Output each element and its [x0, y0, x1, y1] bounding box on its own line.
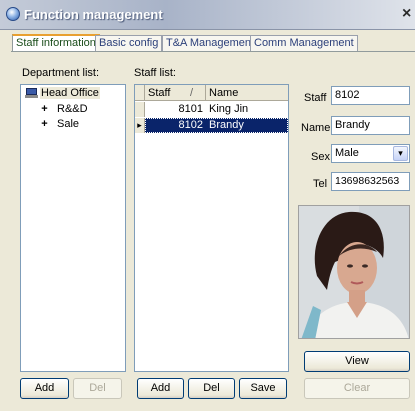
app-icon [6, 7, 20, 21]
close-icon[interactable]: × [402, 5, 411, 23]
cell-staff: 8101 [178, 103, 203, 115]
view-button[interactable]: View [304, 351, 410, 372]
window-title: Function management [24, 7, 163, 22]
tel-field-label: Tel [313, 178, 328, 190]
column-header-name[interactable]: Name [206, 85, 288, 101]
cell-name: Brandy [209, 119, 244, 131]
tree-item-head-office[interactable]: Head Office [40, 87, 100, 99]
department-list-label: Department list: [22, 67, 100, 79]
expand-plus-icon[interactable]: + [40, 118, 49, 130]
tree-item-rd[interactable]: R&&D [57, 103, 88, 115]
row-header [135, 102, 145, 117]
department-tree[interactable]: Head Office + R&&D + Sale [20, 84, 126, 372]
name-field-label: Name [301, 122, 331, 134]
portrait-image [299, 206, 409, 338]
staff-add-button[interactable]: Add [137, 378, 184, 399]
dropdown-arrow-icon[interactable]: ▾ [393, 146, 408, 161]
staff-field-label: Staff [304, 92, 327, 104]
tel-field[interactable]: 13698632563 [331, 172, 410, 191]
department-add-button[interactable]: Add [20, 378, 69, 399]
staff-photo [298, 205, 410, 339]
column-header-staff-label: Staff [148, 87, 171, 99]
computer-icon [25, 88, 38, 98]
tree-item-sale[interactable]: Sale [57, 118, 79, 130]
tab-ta-management[interactable]: T&A Management [162, 35, 259, 51]
expand-plus-icon[interactable]: + [40, 103, 49, 115]
staff-field[interactable]: 8102 [331, 86, 410, 105]
staff-grid[interactable]: Staff / Name 8101 King Jin ▸ 8102 Brandy [134, 84, 289, 372]
sort-indicator-icon: / [190, 87, 194, 99]
column-header-staff[interactable]: Staff / [145, 85, 206, 101]
tab-basic-config[interactable]: Basic config [95, 35, 163, 51]
sex-field-label: Sex [311, 151, 330, 163]
sex-select[interactable]: Male ▾ [331, 144, 410, 163]
row-header-corner [135, 85, 145, 101]
cell-name: King Jin [209, 103, 249, 115]
cell-staff: 8102 [178, 119, 203, 131]
staff-del-button[interactable]: Del [188, 378, 235, 399]
department-del-button[interactable]: Del [73, 378, 122, 399]
staff-save-button[interactable]: Save [239, 378, 287, 399]
function-management-window: Function management × Staff information … [0, 0, 415, 411]
tab-comm-management[interactable]: Comm Management [250, 35, 358, 51]
name-field[interactable]: Brandy [331, 116, 410, 135]
title-bar[interactable]: Function management × [0, 0, 415, 30]
staff-list-label: Staff list: [134, 67, 176, 79]
clear-button[interactable]: Clear [304, 378, 410, 399]
row-pointer-icon: ▸ [135, 118, 145, 133]
sex-select-value: Male [335, 147, 359, 159]
